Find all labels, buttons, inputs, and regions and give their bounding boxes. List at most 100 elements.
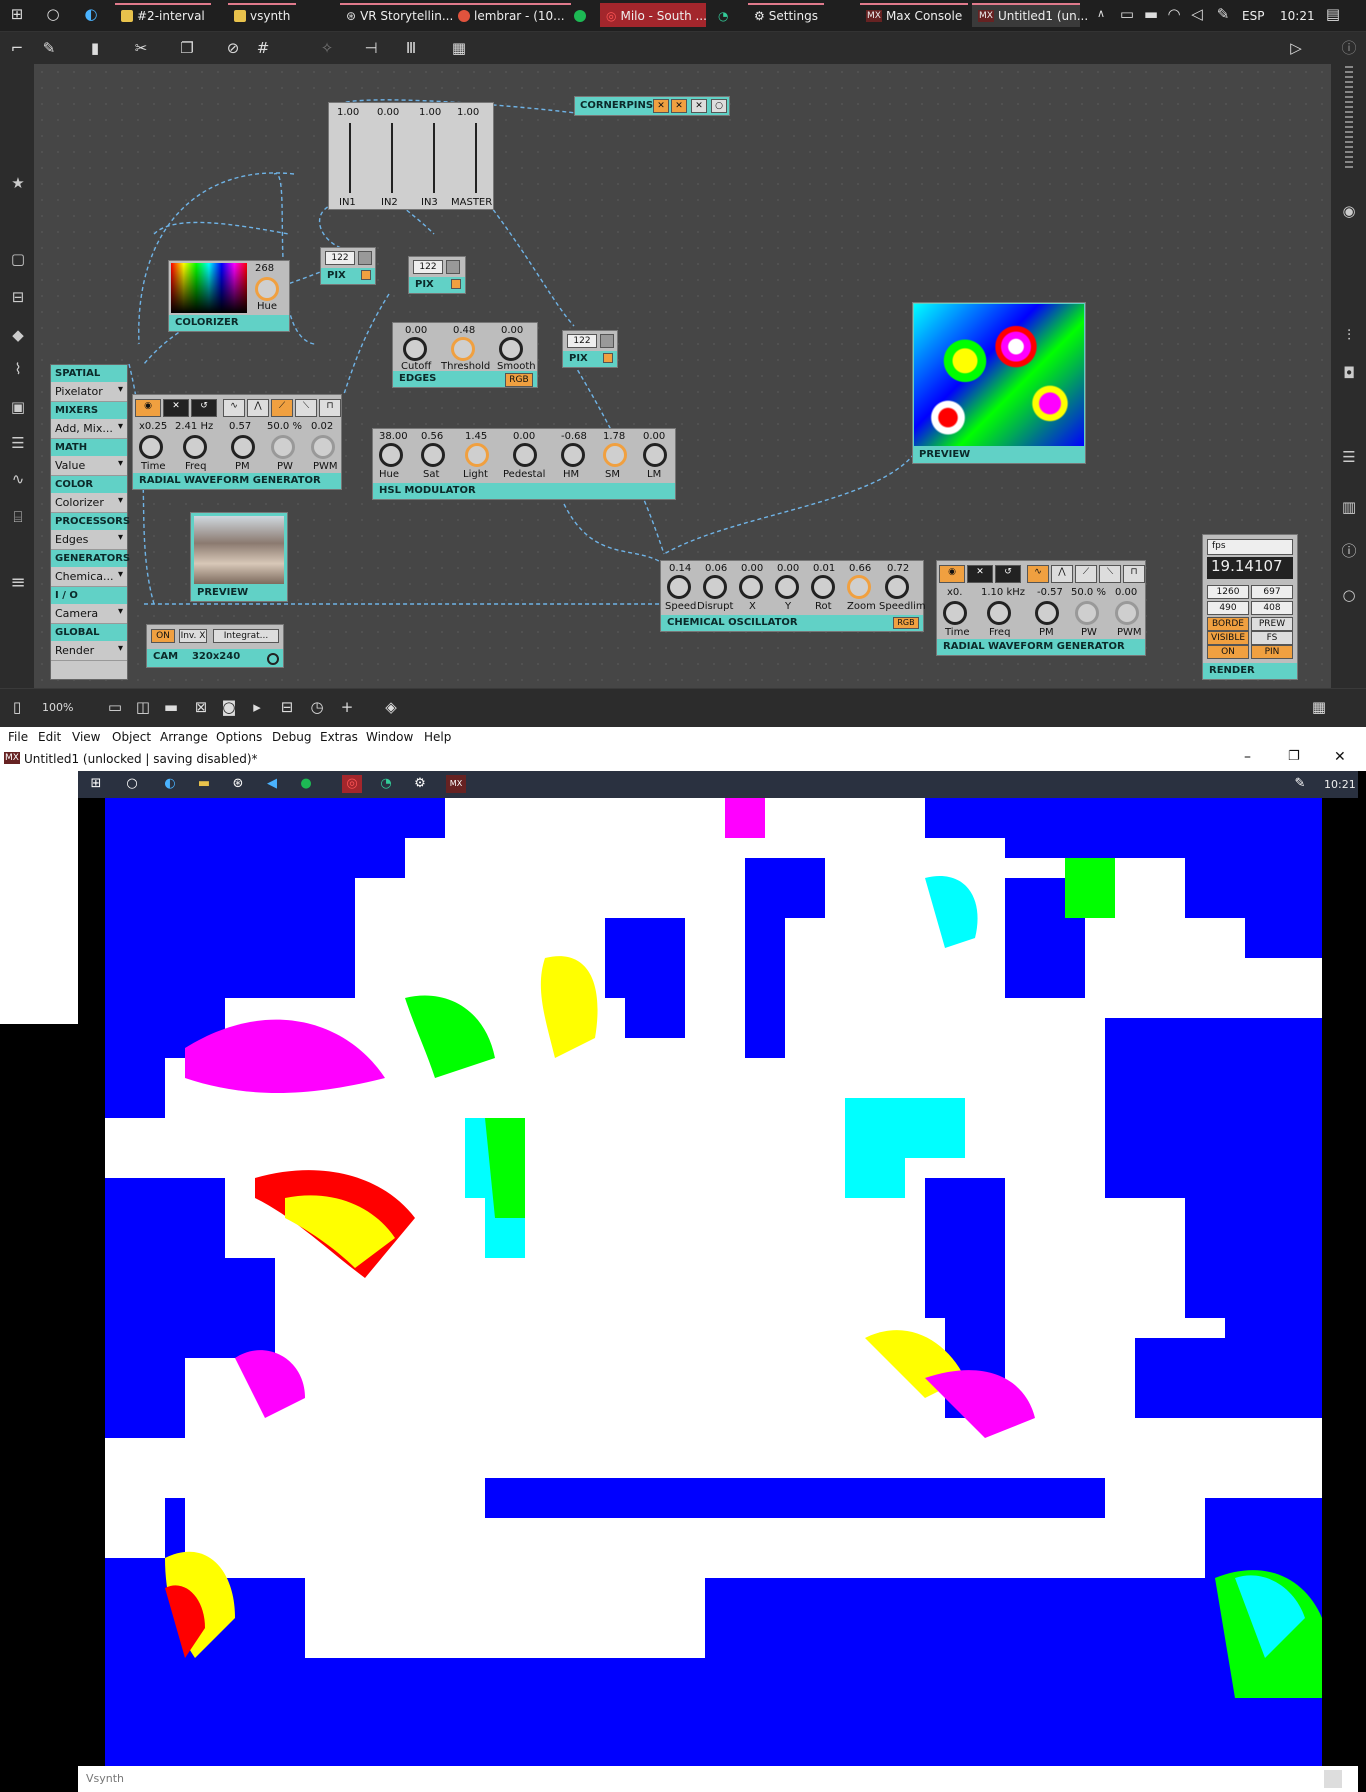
info-icon[interactable]: ⓘ — [1338, 38, 1360, 58]
render-module[interactable]: fps 19.14107 1260 697 490 408 BORDE PREW… — [1202, 534, 1298, 680]
fader-track[interactable] — [475, 123, 477, 193]
lm-knob[interactable] — [643, 443, 667, 467]
dial-icon[interactable]: ◷ — [306, 697, 328, 717]
category-item[interactable]: Add, Mix... — [51, 419, 127, 439]
search-icon[interactable]: ○ — [42, 4, 64, 24]
cam-on-button[interactable]: ON — [151, 629, 175, 643]
wave-saw-icon[interactable]: ⟋ — [1075, 565, 1097, 583]
pm-knob[interactable] — [1035, 601, 1059, 625]
color-picker[interactable] — [171, 263, 247, 313]
category-item[interactable]: Edges — [51, 530, 127, 550]
invert-x-button[interactable]: Inv. X — [179, 629, 207, 643]
maximize-icon[interactable]: ❐ — [1288, 749, 1300, 764]
gear-icon[interactable]: ⚙ — [410, 775, 430, 793]
chrome-icon[interactable]: ⊛ — [228, 775, 248, 793]
resize-grip[interactable] — [1324, 1770, 1342, 1788]
wave-square-icon[interactable]: ⊓ — [319, 399, 341, 417]
category-item[interactable]: Chemica... — [51, 567, 127, 587]
render-on-button[interactable]: ON — [1207, 645, 1249, 659]
colorizer-module[interactable]: 268 Hue COLORIZER — [168, 260, 290, 332]
circle-icon[interactable]: ○ — [711, 99, 727, 113]
pen-icon[interactable]: ✎ — [1290, 775, 1310, 793]
wave-square-icon[interactable]: ⊓ — [1123, 565, 1145, 583]
category-header[interactable]: COLOR — [51, 476, 127, 493]
pedestal-knob[interactable] — [513, 443, 537, 467]
visible-button[interactable]: VISIBLE — [1207, 631, 1249, 645]
list-icon[interactable]: ☰ — [8, 434, 28, 454]
menu-window[interactable]: Window — [366, 730, 413, 744]
presentation-icon[interactable]: ▭ — [104, 697, 126, 717]
task-vr[interactable]: ⊛ VR Storytellin... — [340, 3, 460, 27]
height-field[interactable]: 697 — [1251, 585, 1293, 599]
power-icon[interactable]: ▬ — [1140, 4, 1162, 24]
menu-extras[interactable]: Extras — [320, 730, 358, 744]
columns-icon[interactable]: Ⅲ — [400, 38, 422, 58]
fader-module[interactable]: 1.00 0.00 1.00 1.00 IN1 IN2 IN3 MASTER — [328, 102, 494, 210]
cut-icon[interactable]: ✂ — [130, 38, 152, 58]
hsl-modulator-module[interactable]: 38.00 0.56 1.45 0.00 -0.68 1.78 0.00 Hue… — [372, 428, 676, 500]
x-knob[interactable] — [739, 575, 763, 599]
menu-help[interactable]: Help — [424, 730, 451, 744]
target-icon[interactable]: ◉ — [1339, 202, 1359, 222]
zoom-knob[interactable] — [847, 575, 871, 599]
menu-options[interactable]: Options — [216, 730, 262, 744]
folder-icon[interactable]: ▬ — [194, 775, 214, 793]
book-icon[interactable]: ▥ — [1339, 498, 1359, 518]
sliders-icon[interactable]: ⫶ — [1339, 326, 1359, 346]
clip-icon[interactable]: ⌇ — [8, 360, 28, 380]
chemical-oscillator-module[interactable]: 0.14 0.06 0.00 0.00 0.01 0.66 0.72 Speed… — [660, 560, 926, 632]
play-icon[interactable]: ▷ — [1285, 38, 1307, 58]
wave-sine-icon[interactable]: ∿ — [1027, 565, 1049, 583]
preview-module[interactable]: PREVIEW — [912, 302, 1086, 464]
light-knob[interactable] — [465, 443, 489, 467]
clear-icon[interactable]: ⊠ — [190, 697, 212, 717]
category-header[interactable]: GLOBAL — [51, 624, 127, 641]
clock[interactable]: 10:21 — [1280, 9, 1315, 23]
volume-icon[interactable]: ◁ — [1186, 4, 1208, 24]
object-icon[interactable]: ◙ — [218, 697, 240, 717]
language-indicator[interactable]: ESP — [1242, 9, 1264, 23]
preview-button[interactable]: PREW — [1251, 617, 1293, 631]
pix-value[interactable]: 122 — [413, 260, 443, 274]
lock-icon[interactable]: ⌐ — [6, 38, 28, 58]
paste-icon[interactable]: ⊘ — [222, 38, 244, 58]
search-icon[interactable]: ○ — [1339, 586, 1359, 606]
link-icon[interactable]: ⊟ — [8, 288, 28, 308]
power-icon[interactable]: ◉ — [939, 565, 965, 583]
category-item[interactable]: Camera — [51, 604, 127, 624]
windows-start-icon[interactable]: ⊞ — [6, 4, 28, 24]
menu-view[interactable]: View — [72, 730, 100, 744]
telegram-icon[interactable]: ◀ — [262, 775, 282, 793]
windows-start-icon[interactable]: ⊞ — [86, 775, 106, 793]
smooth-knob[interactable] — [499, 337, 523, 361]
hm-knob[interactable] — [561, 443, 585, 467]
toggle[interactable] — [358, 251, 372, 265]
spotify-icon[interactable]: ● — [296, 775, 316, 793]
pm-knob[interactable] — [231, 435, 255, 459]
hue-knob[interactable] — [255, 277, 279, 301]
toggle[interactable] — [600, 334, 614, 348]
sm-knob[interactable] — [603, 443, 627, 467]
edge-browser-icon[interactable]: ◐ — [80, 4, 102, 24]
magic-icon[interactable]: ✧ — [316, 38, 338, 58]
close-icon[interactable]: ✕ — [1334, 749, 1346, 765]
menu-edit[interactable]: Edit — [38, 730, 61, 744]
image-icon[interactable]: ▣ — [8, 398, 28, 418]
pix-toggle[interactable] — [603, 353, 613, 363]
pix-module[interactable]: 122 PIX — [408, 256, 466, 294]
task-spotify[interactable] — [568, 3, 592, 27]
pw-knob[interactable] — [271, 435, 295, 459]
puzzle-icon[interactable]: ◆ — [8, 326, 28, 346]
radial-waveform-module[interactable]: ◉ ✕ ↺ ∿ ⋀ ⟋ ⟍ ⊓ x0. 1.10 kHz -0.57 50.0 … — [936, 560, 1146, 656]
speed-knob[interactable] — [667, 575, 691, 599]
toggle[interactable] — [446, 260, 460, 274]
grid-icon[interactable]: # — [252, 38, 274, 58]
notifications-icon[interactable]: ▤ — [1322, 4, 1344, 24]
pix-module[interactable]: 122 PIX — [562, 330, 618, 368]
preview-module[interactable]: PREVIEW — [190, 512, 288, 602]
record-icon[interactable]: ◎ — [342, 775, 362, 793]
height2-field[interactable]: 408 — [1251, 601, 1293, 615]
radial-waveform-module[interactable]: ◉ ✕ ↺ ∿ ⋀ ⟋ ⟍ ⊓ x0.25 2.41 Hz 0.57 50.0 … — [132, 394, 342, 490]
present-icon[interactable]: ▮ — [84, 38, 106, 58]
cutoff-knob[interactable] — [403, 337, 427, 361]
